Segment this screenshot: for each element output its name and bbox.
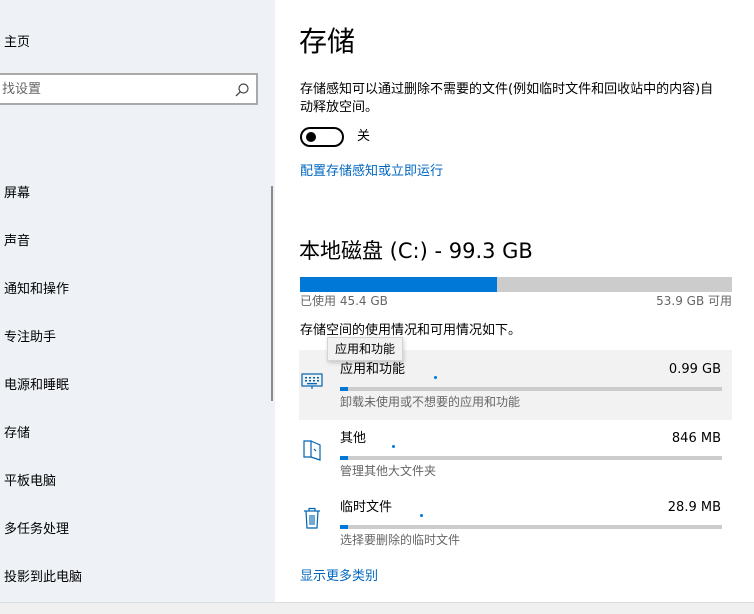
nav-item-notifications[interactable]: 通知和操作 — [0, 281, 270, 329]
drive-title: 本地磁盘 (C:) - 99.3 GB — [299, 239, 533, 263]
category-usage-fill — [340, 456, 348, 460]
drive-usage-fill — [300, 277, 498, 292]
category-subtitle: 管理其他大文件夹 — [340, 464, 437, 478]
folder-icon — [303, 440, 321, 461]
tooltip: 应用和功能 — [327, 337, 404, 361]
category-temp-files[interactable]: 临时文件 28.9 MB 选择要删除的临时文件 — [299, 488, 732, 558]
toggle-state-label: 关 — [357, 129, 371, 144]
category-usage-bar — [340, 456, 722, 460]
page-title: 存储 — [299, 25, 356, 58]
drive-free-label: 53.9 GB 可用 — [656, 294, 732, 308]
trash-icon — [304, 507, 320, 529]
nav-item-tablet[interactable]: 平板电脑 — [0, 473, 270, 521]
nav-list: 屏幕 声音 通知和操作 专注助手 电源和睡眠 存储 平板电脑 多任务处理 投影到… — [0, 185, 270, 614]
category-size: 0.99 GB — [668, 362, 721, 377]
category-subtitle: 选择要删除的临时文件 — [340, 533, 461, 547]
search-box[interactable]: 找设置 — [0, 73, 258, 105]
storage-sense-toggle[interactable] — [300, 127, 344, 147]
loading-dot — [420, 514, 423, 517]
nav-item-display[interactable]: 屏幕 — [0, 185, 270, 233]
category-subtitle: 卸载未使用或不想要的应用和功能 — [340, 395, 521, 409]
nav-item-storage[interactable]: 存储 — [0, 425, 270, 473]
category-usage-bar — [340, 525, 722, 529]
category-usage-fill — [340, 387, 348, 391]
loading-dot — [392, 445, 395, 448]
storage-sense-description: 存储感知可以通过删除不需要的文件(例如临时文件和回收站中的内容)自动释放空间。 — [300, 82, 714, 115]
window-bottom-edge — [0, 602, 754, 614]
category-size: 846 MB — [671, 431, 721, 446]
nav-home[interactable]: 主页 — [4, 34, 30, 52]
category-other[interactable]: 其他 846 MB 管理其他大文件夹 — [299, 419, 732, 489]
storage-page: 存储 存储感知可以通过删除不需要的文件(例如临时文件和回收站中的内容)自动释放空… — [275, 0, 754, 614]
nav-item-multitasking[interactable]: 多任务处理 — [0, 521, 270, 569]
nav-item-power-sleep[interactable]: 电源和睡眠 — [0, 377, 270, 425]
toggle-knob — [306, 132, 316, 142]
drive-usage-bar — [300, 277, 732, 292]
category-size: 28.9 MB — [667, 500, 721, 515]
category-usage-fill — [340, 525, 348, 529]
nav-item-focus-assist[interactable]: 专注助手 — [0, 329, 270, 377]
settings-nav: 主页 找设置 屏幕 声音 通知和操作 专注助手 电源和睡眠 存储 平板电脑 多任… — [0, 0, 275, 614]
category-title: 其他 — [340, 431, 367, 446]
nav-scrollbar[interactable] — [271, 186, 273, 401]
nav-item-sound[interactable]: 声音 — [0, 233, 270, 281]
keyboard-icon — [301, 373, 323, 389]
show-more-categories-link[interactable]: 显示更多类别 — [300, 568, 378, 586]
category-title: 临时文件 — [340, 500, 393, 515]
configure-storage-sense-link[interactable]: 配置存储感知或立即运行 — [300, 163, 443, 181]
search-icon[interactable] — [234, 82, 250, 98]
search-input[interactable]: 找设置 — [2, 81, 41, 99]
category-usage-bar — [340, 387, 722, 391]
drive-used-label: 已使用 45.4 GB — [300, 294, 388, 308]
category-title: 应用和功能 — [340, 362, 406, 377]
loading-dot — [434, 376, 437, 379]
